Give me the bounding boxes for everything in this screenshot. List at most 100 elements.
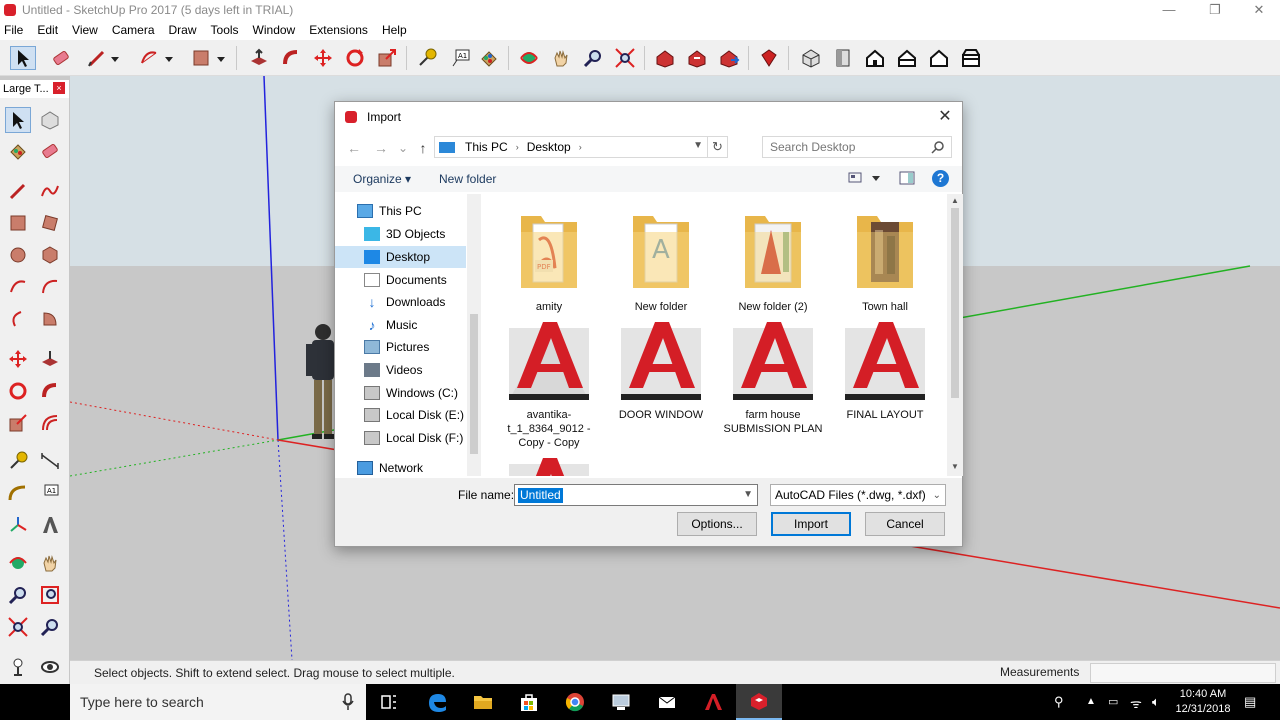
chevron-down-icon[interactable]: ⌄: [933, 486, 941, 506]
nav-item-pictures[interactable]: Pictures: [335, 336, 466, 358]
address-dropdown-icon[interactable]: ▼: [693, 140, 703, 151]
nav-item-music[interactable]: ♪ Music: [335, 314, 466, 336]
wifi-icon[interactable]: ᯤ: [1130, 694, 1142, 712]
cancel-button[interactable]: Cancel: [865, 512, 945, 536]
file-type-select[interactable]: AutoCAD Files (*.dwg, *.dxf) ⌄: [770, 484, 946, 506]
menu-extensions[interactable]: Extensions: [309, 23, 368, 37]
file-item[interactable]: Town hall: [835, 210, 935, 314]
view-right-icon[interactable]: [894, 46, 920, 70]
zoom-extents-tool-icon[interactable]: [612, 46, 638, 70]
rotate-tool-icon[interactable]: [342, 46, 368, 70]
two-point-arc-tool-icon[interactable]: [37, 274, 63, 300]
dimension-tool-icon[interactable]: [37, 448, 63, 474]
tray-close-button[interactable]: ×: [53, 82, 65, 94]
select-tool-icon[interactable]: [10, 46, 36, 70]
menu-draw[interactable]: Draw: [169, 23, 197, 37]
circle-tool-icon[interactable]: [5, 242, 31, 268]
nav-item-windows-c[interactable]: Windows (C:): [335, 382, 466, 404]
file-item[interactable]: New folder (2): [723, 210, 823, 314]
nav-item-3d-objects[interactable]: 3D Objects: [335, 223, 466, 245]
rotate-tool-icon[interactable]: [5, 378, 31, 404]
edge-browser-icon[interactable]: [414, 684, 460, 720]
shape-dropdown-icon[interactable]: [214, 46, 228, 70]
share-model-icon[interactable]: [684, 46, 710, 70]
nav-item-this-pc[interactable]: This PC: [335, 200, 466, 222]
protractor-tool-icon[interactable]: [5, 480, 31, 506]
refresh-button[interactable]: ↻: [707, 137, 727, 157]
zoom-window-tool-icon[interactable]: [37, 582, 63, 608]
select-tool-icon[interactable]: [5, 107, 31, 133]
change-view-icon[interactable]: [848, 171, 864, 185]
view-iso-icon[interactable]: [798, 46, 824, 70]
follow-me-tool-icon[interactable]: [278, 46, 304, 70]
axes-tool-icon[interactable]: [5, 512, 31, 538]
arc-dropdown-icon[interactable]: [162, 46, 176, 70]
pan-tool-icon[interactable]: [37, 550, 63, 576]
start-button[interactable]: [0, 684, 70, 720]
taskbar-clock[interactable]: 10:40 AM 12/31/2018: [1172, 687, 1234, 717]
orbit-tool-icon[interactable]: [5, 550, 31, 576]
scrollbar-thumb[interactable]: [470, 314, 478, 454]
mail-icon[interactable]: [644, 684, 690, 720]
breadcrumb-separator[interactable]: ›: [516, 142, 519, 152]
nav-item-documents[interactable]: Documents: [335, 269, 466, 291]
pie-tool-icon[interactable]: [37, 306, 63, 332]
menu-file[interactable]: File: [4, 23, 23, 37]
orbit-tool-icon[interactable]: [516, 46, 542, 70]
text-tool-icon[interactable]: A1: [448, 46, 474, 70]
dialog-close-button[interactable]: ✕: [936, 108, 954, 126]
breadcrumb-this-pc[interactable]: This PC: [465, 140, 508, 154]
breadcrumb-separator[interactable]: ›: [579, 142, 582, 152]
zoom-extents-tool-icon[interactable]: [5, 614, 31, 640]
taskbar-search[interactable]: Type here to search: [70, 684, 366, 720]
previous-view-icon[interactable]: [37, 614, 63, 640]
make-component-icon[interactable]: [37, 107, 63, 133]
minimize-button[interactable]: —: [1146, 0, 1192, 20]
scroll-down-icon[interactable]: ▼: [947, 462, 963, 471]
arc-tool-icon[interactable]: [136, 46, 162, 70]
help-button[interactable]: ?: [932, 170, 949, 187]
paint-bucket-tool-icon[interactable]: [5, 138, 31, 164]
scrollbar-thumb[interactable]: [951, 208, 959, 398]
pan-tool-icon[interactable]: [548, 46, 574, 70]
eraser-tool-icon[interactable]: [48, 46, 74, 70]
recent-locations-button[interactable]: ⌄: [394, 139, 412, 157]
menu-camera[interactable]: Camera: [112, 23, 155, 37]
sketchup-taskbar-icon[interactable]: [736, 684, 782, 720]
line-dropdown-icon[interactable]: [108, 46, 122, 70]
import-button[interactable]: Import: [771, 512, 851, 536]
look-around-icon[interactable]: [37, 654, 63, 680]
offset-tool-icon[interactable]: [37, 410, 63, 436]
view-back-icon[interactable]: [926, 46, 952, 70]
tape-measure-tool-icon[interactable]: [5, 448, 31, 474]
preview-pane-icon[interactable]: [899, 171, 915, 185]
scale-tool-icon[interactable]: [5, 410, 31, 436]
arc-tool-icon[interactable]: [5, 274, 31, 300]
maximize-button[interactable]: ❐: [1192, 0, 1238, 20]
rectangle-tool-icon[interactable]: [5, 210, 31, 236]
organize-button[interactable]: Organize ▾: [353, 172, 411, 186]
extension-warehouse-icon[interactable]: [756, 46, 782, 70]
eraser-tool-icon[interactable]: [37, 138, 63, 164]
tape-measure-tool-icon[interactable]: [414, 46, 440, 70]
text-tool-icon[interactable]: A1: [37, 480, 63, 506]
menu-help[interactable]: Help: [382, 23, 407, 37]
view-front-icon[interactable]: [862, 46, 888, 70]
follow-me-tool-icon[interactable]: [37, 378, 63, 404]
zoom-tool-icon[interactable]: [580, 46, 606, 70]
file-item[interactable]: farm house SUBMIsSION PLAN: [723, 318, 823, 436]
nav-item-local-disk-f[interactable]: Local Disk (F:): [335, 427, 466, 449]
network-app-icon[interactable]: [598, 684, 644, 720]
microphone-icon[interactable]: [342, 693, 354, 711]
paint-bucket-tool-icon[interactable]: [476, 46, 502, 70]
file-item[interactable]: FINAL LAYOUT: [835, 318, 935, 422]
forward-button[interactable]: →: [372, 139, 390, 157]
line-tool-icon[interactable]: [84, 46, 110, 70]
back-button[interactable]: ←: [345, 139, 363, 157]
search-input[interactable]: Search Desktop: [762, 136, 952, 158]
file-list-scrollbar[interactable]: ▲ ▼: [947, 194, 963, 476]
autocad-taskbar-icon[interactable]: [690, 684, 736, 720]
push-pull-tool-icon[interactable]: [246, 46, 272, 70]
close-button[interactable]: ✕: [1236, 0, 1280, 20]
nav-item-videos[interactable]: Videos: [335, 359, 466, 381]
